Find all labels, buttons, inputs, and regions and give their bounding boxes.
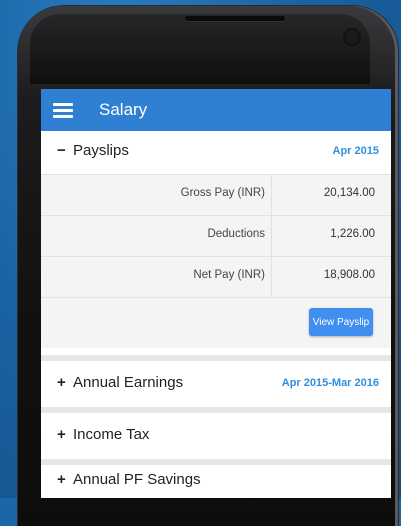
net-pay-label: Net Pay (INR) xyxy=(193,269,265,281)
income-tax-section[interactable]: + Income Tax xyxy=(41,413,391,459)
table-row: Deductions 1,226.00 xyxy=(41,215,391,256)
gross-pay-value: 20,134.00 xyxy=(323,187,375,199)
hamburger-icon[interactable] xyxy=(53,103,73,119)
payslips-header[interactable]: − Payslips Apr 2015 xyxy=(41,131,391,173)
payslips-period[interactable]: Apr 2015 xyxy=(333,145,379,157)
expand-icon: + xyxy=(57,374,66,391)
annual-earnings-title: Annual Earnings xyxy=(73,374,184,391)
row-divider xyxy=(271,257,272,297)
pf-savings-section[interactable]: + Annual PF Savings xyxy=(41,465,391,498)
gross-pay-label: Gross Pay (INR) xyxy=(180,187,265,199)
phone-screen: Salary − Payslips Apr 2015 Gross Pay (INR… xyxy=(41,89,391,498)
annual-earnings-section[interactable]: + Annual Earnings Apr 2015-Mar 2016 xyxy=(41,361,391,407)
app-bar: Salary xyxy=(41,89,391,131)
payslips-title: Payslips xyxy=(73,142,129,159)
income-tax-title: Income Tax xyxy=(73,426,150,443)
table-row: Net Pay (INR) 18,908.00 xyxy=(41,256,391,297)
expand-icon: + xyxy=(57,471,66,488)
net-pay-value: 18,908.00 xyxy=(323,269,375,281)
view-payslip-button[interactable]: View Payslip xyxy=(309,308,373,336)
phone-camera xyxy=(345,30,359,44)
collapse-icon: − xyxy=(57,142,66,159)
app-title: Salary xyxy=(99,100,148,119)
pf-savings-title: Annual PF Savings xyxy=(73,471,201,488)
payslips-card: − Payslips Apr 2015 Gross Pay (INR) 20,13… xyxy=(41,131,391,355)
phone-bezel xyxy=(30,14,370,84)
row-divider xyxy=(271,175,272,215)
row-divider xyxy=(271,216,272,256)
expand-icon: + xyxy=(57,426,66,443)
phone-speaker xyxy=(185,16,285,21)
annual-earnings-period[interactable]: Apr 2015-Mar 2016 xyxy=(282,377,379,389)
deductions-label: Deductions xyxy=(207,228,265,240)
deductions-value: 1,226.00 xyxy=(330,228,375,240)
table-row: Gross Pay (INR) 20,134.00 xyxy=(41,174,391,215)
payslip-actions: View Payslip xyxy=(41,297,391,348)
